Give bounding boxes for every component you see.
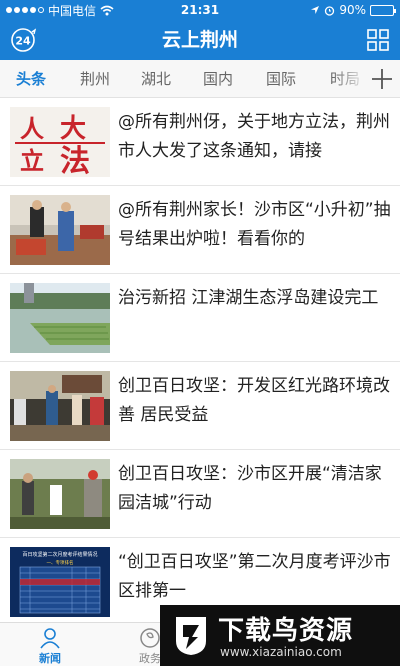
tab-international[interactable]: 国际	[254, 60, 308, 97]
news-list: 人 大 立 法 @所有荆州伢，关于地方立法，荆州市人大发了这条通知，请接 @所有…	[0, 98, 400, 622]
news-title[interactable]: @所有荆州家长！沙市区“小升初”抽号结果出炉啦！看看你的	[118, 196, 394, 262]
tab-domestic[interactable]: 国内	[191, 60, 245, 97]
thumbnail-image: 百日攻坚第二次月度考评结果情况 一、专项排名	[10, 547, 110, 617]
top-navigation-bar: 24 云上荆州	[0, 20, 400, 60]
news-item[interactable]: 创卫百日攻坚：开发区红光路环境改善 居民受益	[0, 362, 400, 450]
app-title: 云上荆州	[161, 29, 238, 51]
watermark-url: www.xiazainiao.com	[220, 645, 342, 659]
category-tabs: 头条 荆州 湖北 国内 国际 时局	[0, 60, 400, 98]
bird-logo-icon	[176, 617, 206, 655]
news-title[interactable]: @所有荆州伢，关于地方立法，荆州市人大发了这条通知，请接	[118, 108, 394, 174]
battery-icon	[370, 4, 396, 16]
news-thumbnail: 百日攻坚第二次月度考评结果情况 一、专项排名	[10, 547, 110, 617]
thumbnail-image	[10, 195, 110, 265]
user-icon	[40, 628, 60, 649]
tab-current-affairs[interactable]: 时局	[318, 60, 372, 97]
tab-hubei[interactable]: 湖北	[129, 60, 183, 97]
status-left: 中国电信	[6, 2, 114, 19]
thumb-table-title: 百日攻坚第二次月度考评结果情况	[22, 551, 97, 558]
news-title[interactable]: 创卫百日攻坚：沙市区开展“清洁家园洁城”行动	[118, 460, 394, 526]
status-bar: 中国电信 21:31 90%	[0, 0, 400, 20]
alarm-clock-icon	[325, 5, 335, 16]
news-item[interactable]: @所有荆州家长！沙市区“小升初”抽号结果出炉啦！看看你的	[0, 186, 400, 274]
grid-menu-icon[interactable]	[366, 28, 390, 52]
thumb-char-da: 大	[60, 114, 86, 144]
news-thumbnail	[10, 195, 110, 265]
thumb-char-li: 立	[20, 146, 44, 175]
news-item[interactable]: 人 大 立 法 @所有荆州伢，关于地方立法，荆州市人大发了这条通知，请接	[0, 98, 400, 186]
tab-headlines[interactable]: 头条	[4, 60, 58, 97]
news-thumbnail: 人 大 立 法	[10, 107, 110, 177]
news-thumbnail	[10, 371, 110, 441]
wifi-icon	[100, 5, 114, 15]
news-thumbnail	[10, 459, 110, 529]
thumb-char-fa: 法	[60, 144, 90, 177]
news-item[interactable]: 创卫百日攻坚：沙市区开展“清洁家园洁城”行动	[0, 450, 400, 538]
thumbnail-image	[10, 459, 110, 529]
thumb-char-ren: 人	[20, 114, 44, 143]
tab-jingzhou[interactable]: 荆州	[68, 60, 122, 97]
watermark-banner: 下载鸟资源 www.xiazainiao.com	[160, 605, 400, 666]
watermark-text: 下载鸟资源	[218, 616, 354, 646]
carrier-label: 中国电信	[48, 3, 97, 18]
news-item[interactable]: 治污新招 江津湖生态浮岛建设完工	[0, 274, 400, 362]
thumb-table-heading: 一、专项排名	[47, 559, 74, 566]
news-thumbnail	[10, 283, 110, 353]
add-channel-icon[interactable]	[370, 67, 394, 91]
bottom-tab-news-label: 新闻	[39, 652, 61, 665]
status-right: 90%	[310, 3, 396, 17]
bottom-tab-news[interactable]: 新闻	[10, 623, 90, 666]
thumbnail-image: 人 大 立 法	[10, 107, 110, 177]
thumbnail-image	[10, 283, 110, 353]
thumbnail-image	[10, 371, 110, 441]
news-title[interactable]: 治污新招 江津湖生态浮岛建设完工	[118, 284, 394, 350]
signal-strength-icon	[6, 7, 44, 13]
news-title[interactable]: 创卫百日攻坚：开发区红光路环境改善 居民受益	[118, 372, 394, 438]
government-icon	[140, 628, 160, 648]
battery-percent: 90%	[339, 3, 366, 17]
location-arrow-icon	[311, 6, 320, 14]
